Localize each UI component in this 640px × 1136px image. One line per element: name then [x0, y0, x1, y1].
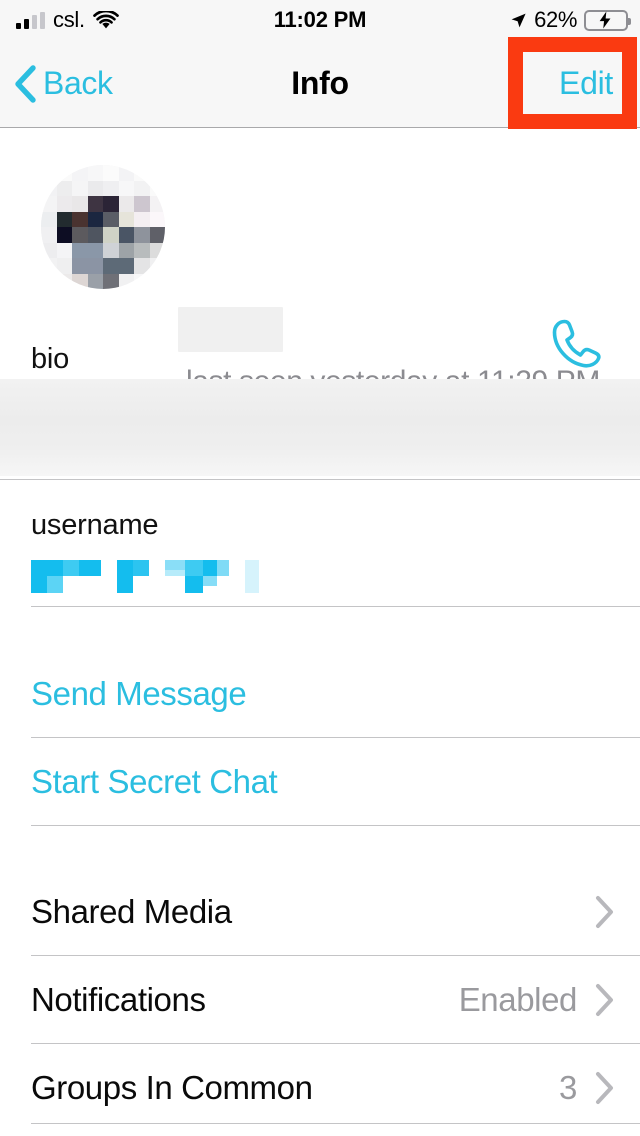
notifications-row[interactable]: Notifications Enabled	[0, 956, 640, 1044]
groups-in-common-row[interactable]: Groups In Common 3	[0, 1044, 640, 1132]
navigation-bar: Back Info Edit	[0, 40, 640, 128]
display-name-redacted	[178, 307, 283, 352]
bio-value-redacted[interactable]	[0, 379, 640, 476]
separator	[0, 479, 640, 480]
status-bar-right: 62%	[510, 0, 631, 40]
separator	[31, 825, 640, 826]
notifications-value: Enabled	[458, 981, 578, 1018]
separator	[31, 606, 640, 607]
shared-media-row[interactable]: Shared Media	[0, 868, 640, 956]
groups-in-common-label: Groups In Common	[31, 1069, 313, 1106]
notifications-label: Notifications	[31, 981, 206, 1018]
username-label: username	[31, 509, 159, 541]
groups-in-common-value: 3	[559, 1069, 577, 1106]
avatar[interactable]	[41, 165, 165, 289]
phone-icon	[548, 316, 606, 372]
chevron-right-icon	[595, 1071, 640, 1105]
start-secret-chat-label: Start Secret Chat	[31, 763, 278, 800]
start-secret-chat-row[interactable]: Start Secret Chat	[0, 738, 640, 826]
shared-media-label: Shared Media	[31, 893, 232, 930]
page-title: Info	[291, 65, 349, 101]
separator	[31, 1123, 640, 1124]
phone-screen: csl. 11:02 PM 62% Back Info Edit bio use…	[0, 0, 640, 1136]
send-message-row[interactable]: Send Message	[0, 650, 640, 738]
bio-label: bio	[31, 343, 70, 375]
location-arrow-icon	[510, 12, 527, 29]
edit-button[interactable]: Edit	[559, 40, 613, 127]
avatar-pixelated-image	[41, 165, 165, 289]
battery-percent-label: 62%	[534, 7, 577, 32]
username-value-redacted[interactable]	[31, 560, 259, 593]
profile-header: last seen yesterday at 11:29 PM	[0, 129, 640, 398]
call-button[interactable]	[546, 315, 608, 373]
send-message-label: Send Message	[31, 675, 247, 712]
chevron-right-icon	[595, 895, 640, 929]
status-bar: csl. 11:02 PM 62%	[0, 0, 640, 40]
chevron-right-icon	[595, 983, 640, 1017]
battery-charging-icon	[584, 9, 631, 31]
